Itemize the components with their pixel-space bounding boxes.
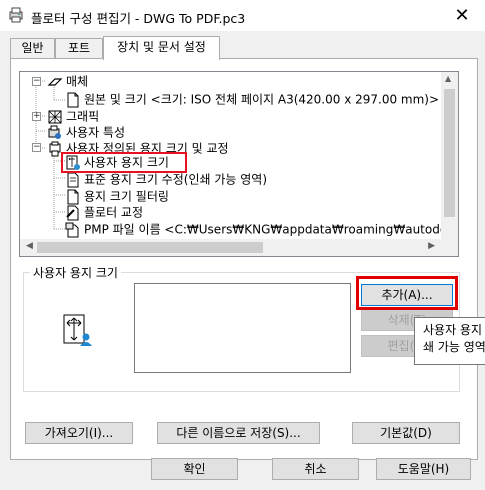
- tree-item-pmp-file-name[interactable]: PMP 파일 이름 <C:₩Users₩KNG₩appdata₩roaming₩…: [65, 220, 447, 238]
- settings-tree[interactable]: − 매체 원본 및 크기 <크기: ISO 전체 페이지 A3(420.00 x…: [19, 71, 459, 257]
- calibration-icon: [66, 205, 79, 220]
- custom-paper-list[interactable]: [134, 283, 351, 373]
- scroll-corner: [441, 239, 458, 256]
- tree-item-label: 매체: [66, 74, 89, 89]
- page-icon: [67, 172, 79, 187]
- page-icon: [67, 92, 79, 107]
- paper-size-icon: [63, 314, 92, 346]
- collapse-custom-paper-icon[interactable]: −: [32, 143, 41, 152]
- tooltip: 사용자 용지 쇄 가능 영역: [414, 317, 485, 365]
- tree-item-label: 그래픽: [66, 109, 100, 124]
- tab-device-document-settings[interactable]: 장치 및 문서 설정: [103, 36, 220, 60]
- tooltip-line-1: 사용자 용지: [423, 323, 483, 337]
- help-button[interactable]: 도움말(H): [376, 458, 471, 480]
- tree-item-plotter-calibration[interactable]: 플로터 교정: [65, 203, 143, 221]
- tree-vertical-scrollbar[interactable]: ▲: [441, 72, 458, 239]
- close-icon: ✕: [454, 5, 470, 26]
- tree-horizontal-scrollbar[interactable]: ◀ ▶: [20, 239, 441, 256]
- cancel-button[interactable]: 취소: [272, 458, 359, 480]
- plotter-app-icon: [9, 7, 23, 23]
- tree-item-label: 표준 용지 크기 수정(인쇄 가능 영역): [84, 172, 267, 187]
- tab-device-document-settings-label: 장치 및 문서 설정: [117, 40, 206, 54]
- tree-item-label: 사용자 특성: [66, 125, 126, 140]
- pmp-icon: [65, 222, 79, 237]
- horizontal-scroll-thumb[interactable]: [37, 242, 263, 253]
- custom-paper-group-label: 사용자 용지 크기: [30, 264, 121, 281]
- ok-button[interactable]: 확인: [151, 458, 238, 480]
- defaults-button[interactable]: 기본값(D): [352, 422, 460, 444]
- tab-port[interactable]: 포트: [55, 38, 103, 59]
- tooltip-line-2: 쇄 가능 영역: [423, 340, 485, 354]
- tree-item-label: 플로터 교정: [84, 205, 144, 220]
- import-button[interactable]: 가져오기(I)...: [25, 422, 133, 444]
- collapse-media-icon[interactable]: −: [32, 77, 41, 86]
- title-bar: 플로터 구성 편집기 - DWG To PDF.pc3 ✕: [0, 0, 485, 31]
- scroll-left-icon[interactable]: ◀: [26, 241, 33, 251]
- tree-highlight-box: [61, 152, 187, 173]
- tree-item-source-size[interactable]: 원본 및 크기 <크기: ISO 전체 페이지 A3(420.00 x 297.…: [65, 90, 439, 108]
- vertical-scroll-thumb[interactable]: [444, 89, 455, 217]
- tree-item-label: PMP 파일 이름 <C:₩Users₩KNG₩appdata₩roaming₩…: [84, 222, 448, 237]
- add-button-highlight-box: [356, 276, 458, 310]
- tab-general-label: 일반: [21, 41, 44, 55]
- tab-strip: 일반 포트 장치 및 문서 설정: [10, 36, 480, 60]
- scroll-up-icon[interactable]: ▲: [445, 74, 451, 83]
- save-as-button[interactable]: 다른 이름으로 저장(S)...: [157, 422, 320, 444]
- tab-general[interactable]: 일반: [10, 38, 55, 59]
- tree-item-label: 원본 및 크기 <크기: ISO 전체 페이지 A3(420.00 x 297.…: [84, 92, 440, 107]
- tab-port-label: 포트: [67, 41, 91, 55]
- scroll-right-icon[interactable]: ▶: [428, 241, 435, 251]
- window-title: 플로터 구성 편집기 - DWG To PDF.pc3: [31, 11, 246, 26]
- media-icon: [47, 77, 63, 86]
- tree-item-label: 용지 크기 필터링: [84, 189, 169, 204]
- close-button[interactable]: ✕: [439, 0, 485, 31]
- expand-graphics-icon[interactable]: +: [32, 112, 41, 121]
- tree-item-media[interactable]: 매체: [47, 72, 88, 90]
